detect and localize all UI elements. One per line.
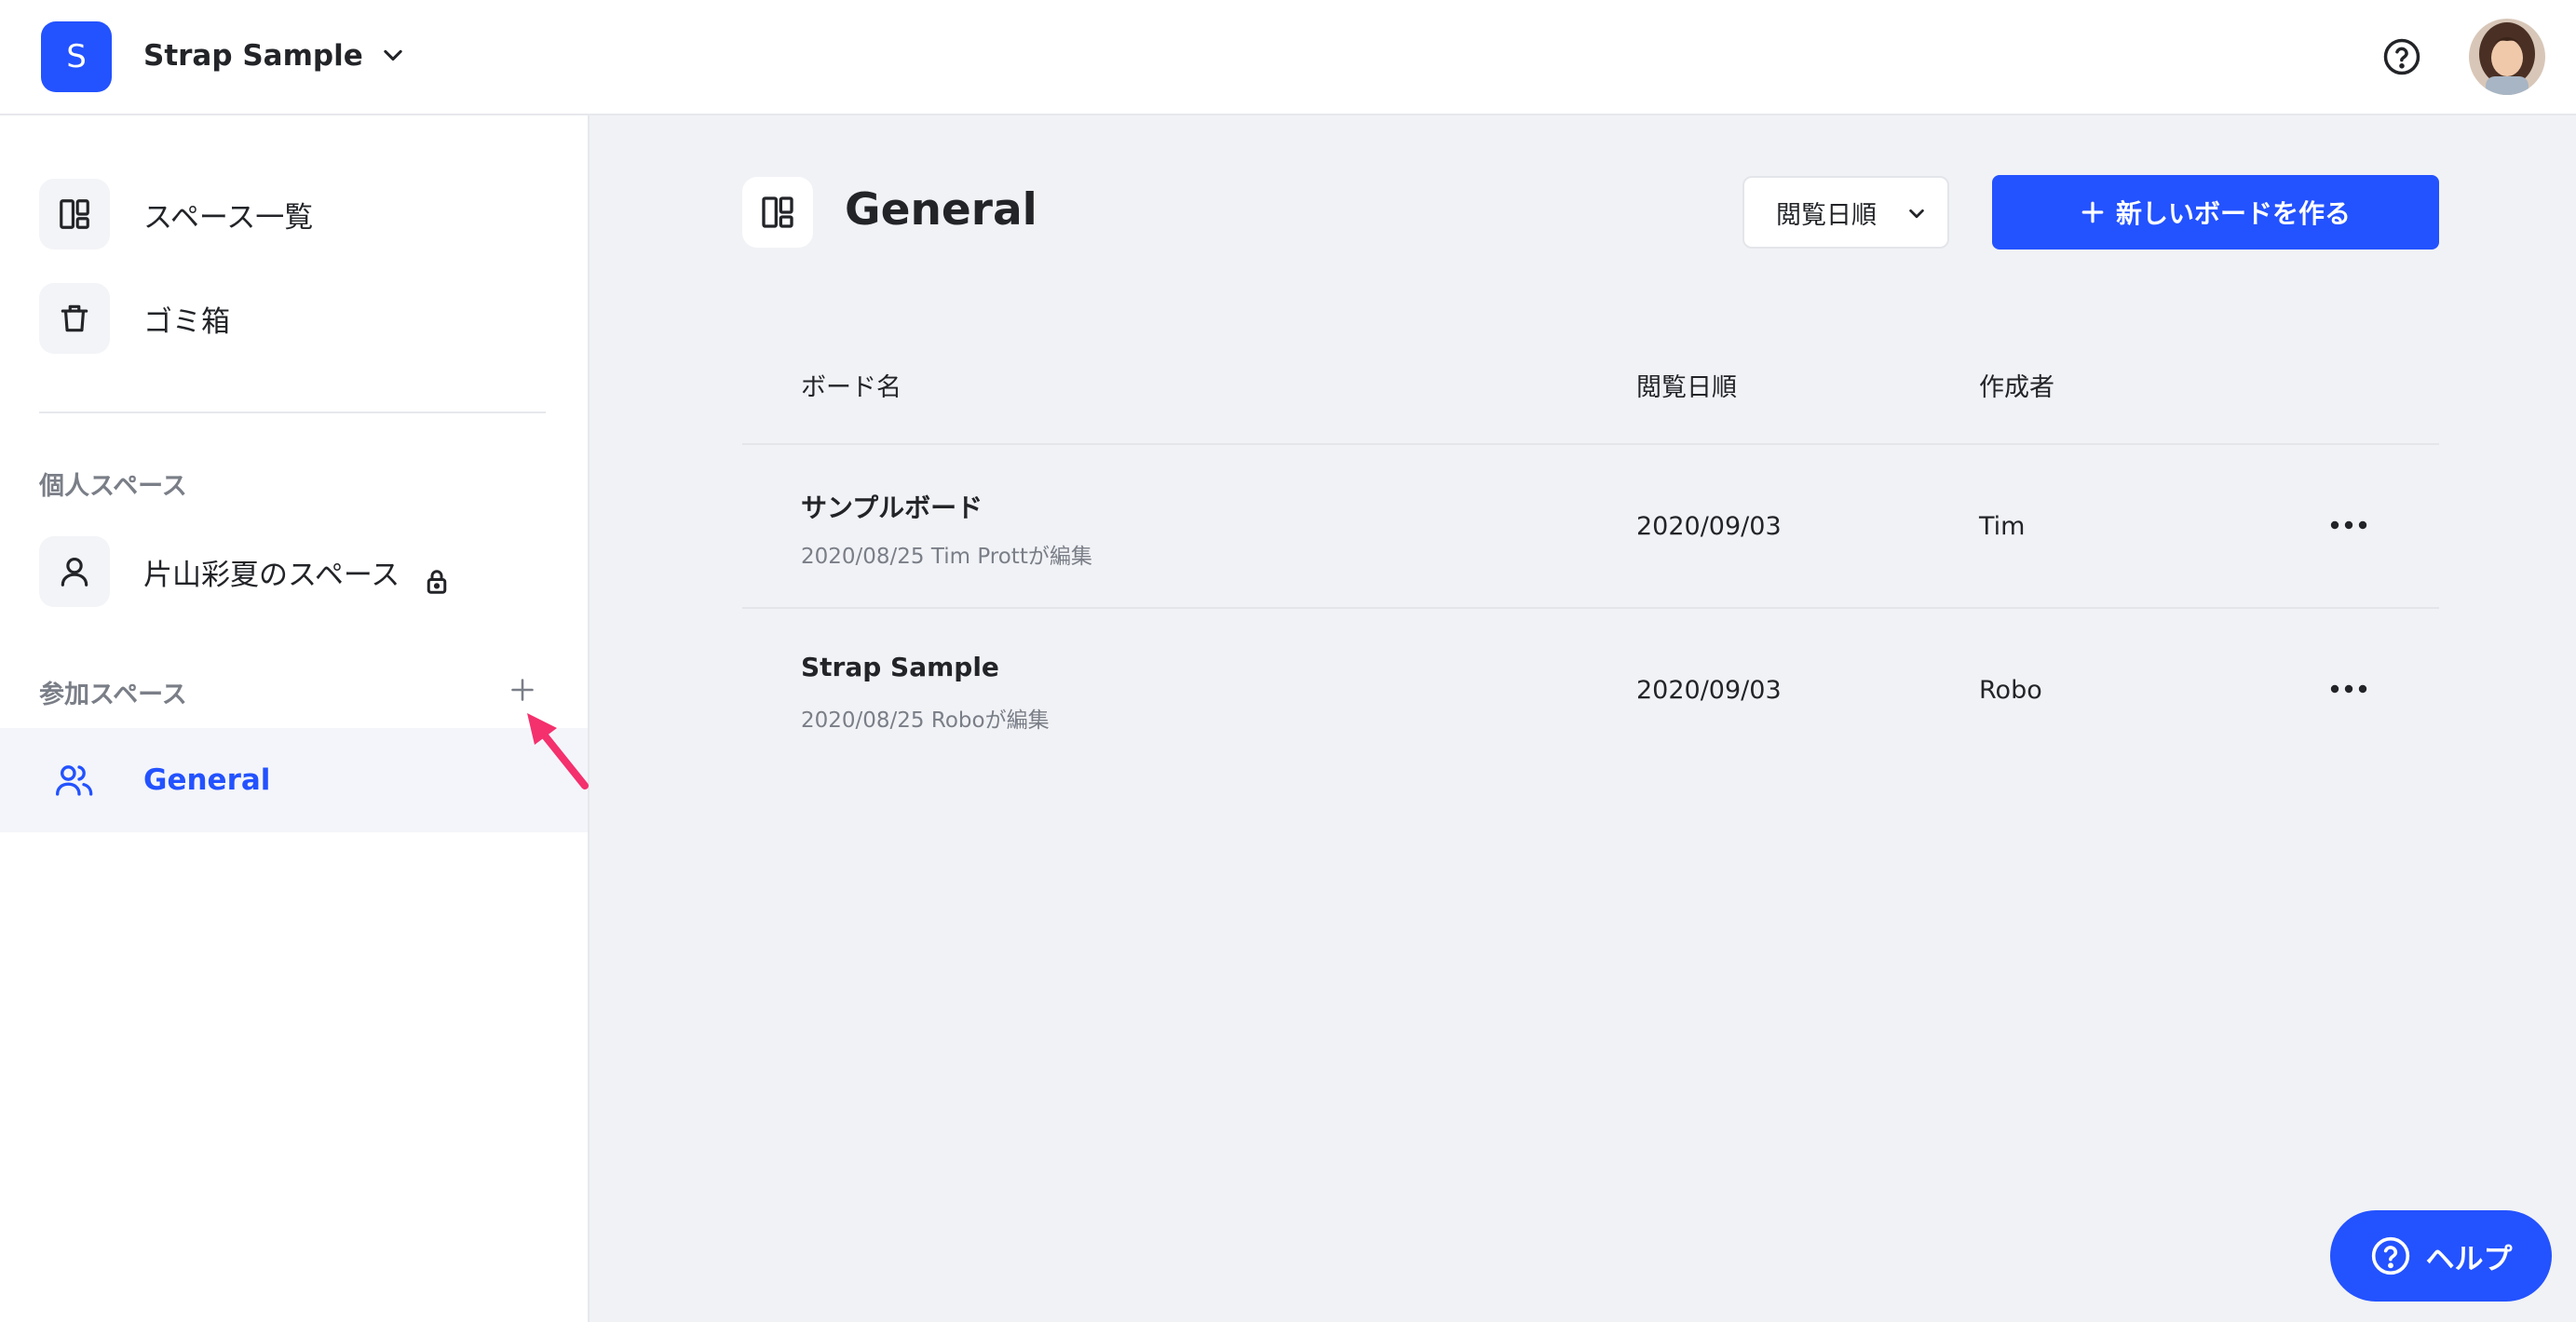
plus-icon [2081,201,2104,223]
board-author: Robo [1979,676,2042,705]
board-name[interactable]: サンプルボード [801,488,983,525]
help-label: ヘルプ [2425,1242,2513,1276]
top-header: S Strap Sample [0,0,2576,115]
sidebar-item-label: 片山彩夏のスペース [143,558,400,592]
personal-section-title: 個人スペース [39,472,187,501]
board-edit-meta: 2020/08/25 Roboが編集 [801,708,1050,733]
sort-select[interactable]: 閲覧日順 [1742,176,1949,249]
trash-icon [39,283,110,354]
more-options-button[interactable] [2325,670,2372,708]
main-content: General 閲覧日順 新しいボードを作る ボード名 閲覧日順 作成者 サンプ… [590,115,2576,1322]
board-edit-meta: 2020/08/25 Tim Prottが編集 [801,545,1092,569]
workspace-switcher[interactable]: Strap Sample [143,35,406,76]
more-horizontal-icon [2330,684,2367,694]
user-avatar[interactable] [2469,19,2545,95]
chevron-down-icon [1909,209,1924,219]
chevron-down-icon [384,49,402,61]
workspace-initial: S [66,38,87,75]
board-name[interactable]: Strap Sample [801,652,999,682]
user-icon [39,536,110,607]
page-title: General [845,184,1037,236]
table-row[interactable]: Strap Sample 2020/08/25 Roboが編集 2020/09/… [742,609,2439,771]
sidebar: スペース一覧 ゴミ箱 個人スペース 片山彩夏のスペース 参加スペース Gener… [0,115,590,1322]
table-row[interactable]: サンプルボード 2020/08/25 Tim Prottが編集 2020/09/… [742,445,2439,607]
lock-icon [427,570,447,594]
help-button[interactable]: ヘルプ [2330,1210,2552,1302]
annotation-arrow-icon [527,713,589,789]
column-header-viewed-date[interactable]: 閲覧日順 [1636,367,1737,403]
workspace-name: Strap Sample [143,39,363,73]
workspace-logo[interactable]: S [41,21,112,92]
layout-icon [742,177,813,248]
board-viewed-date: 2020/09/03 [1636,676,1782,705]
joined-section-title: 参加スペース [39,681,187,709]
new-board-button[interactable]: 新しいボードを作る [1992,175,2439,250]
plus-icon [511,679,534,701]
column-header-board-name[interactable]: ボード名 [801,367,902,403]
users-icon [54,762,95,799]
sidebar-item-label: スペース一覧 [143,200,314,235]
sidebar-item-label: ゴミ箱 [143,304,230,339]
sidebar-item-general[interactable]: General [0,728,588,832]
new-board-label: 新しいボードを作る [2115,198,2351,229]
sidebar-item-personal-space[interactable]: 片山彩夏のスペース [0,523,588,620]
sidebar-item-label: General [143,763,271,797]
board-viewed-date: 2020/09/03 [1636,512,1782,541]
sidebar-divider [39,411,546,413]
add-space-button[interactable] [507,674,538,706]
layout-icon [39,179,110,250]
column-header-author[interactable]: 作成者 [1979,367,2054,403]
more-horizontal-icon [2330,520,2367,530]
sidebar-item-space-list[interactable]: スペース一覧 [0,166,588,263]
more-options-button[interactable] [2325,506,2372,544]
sort-select-value: 閲覧日順 [1776,200,1877,230]
board-author: Tim [1979,512,2026,541]
sidebar-item-trash[interactable]: ゴミ箱 [0,270,588,367]
help-circle-icon [2371,1236,2409,1275]
help-circle-icon[interactable] [2382,37,2421,76]
